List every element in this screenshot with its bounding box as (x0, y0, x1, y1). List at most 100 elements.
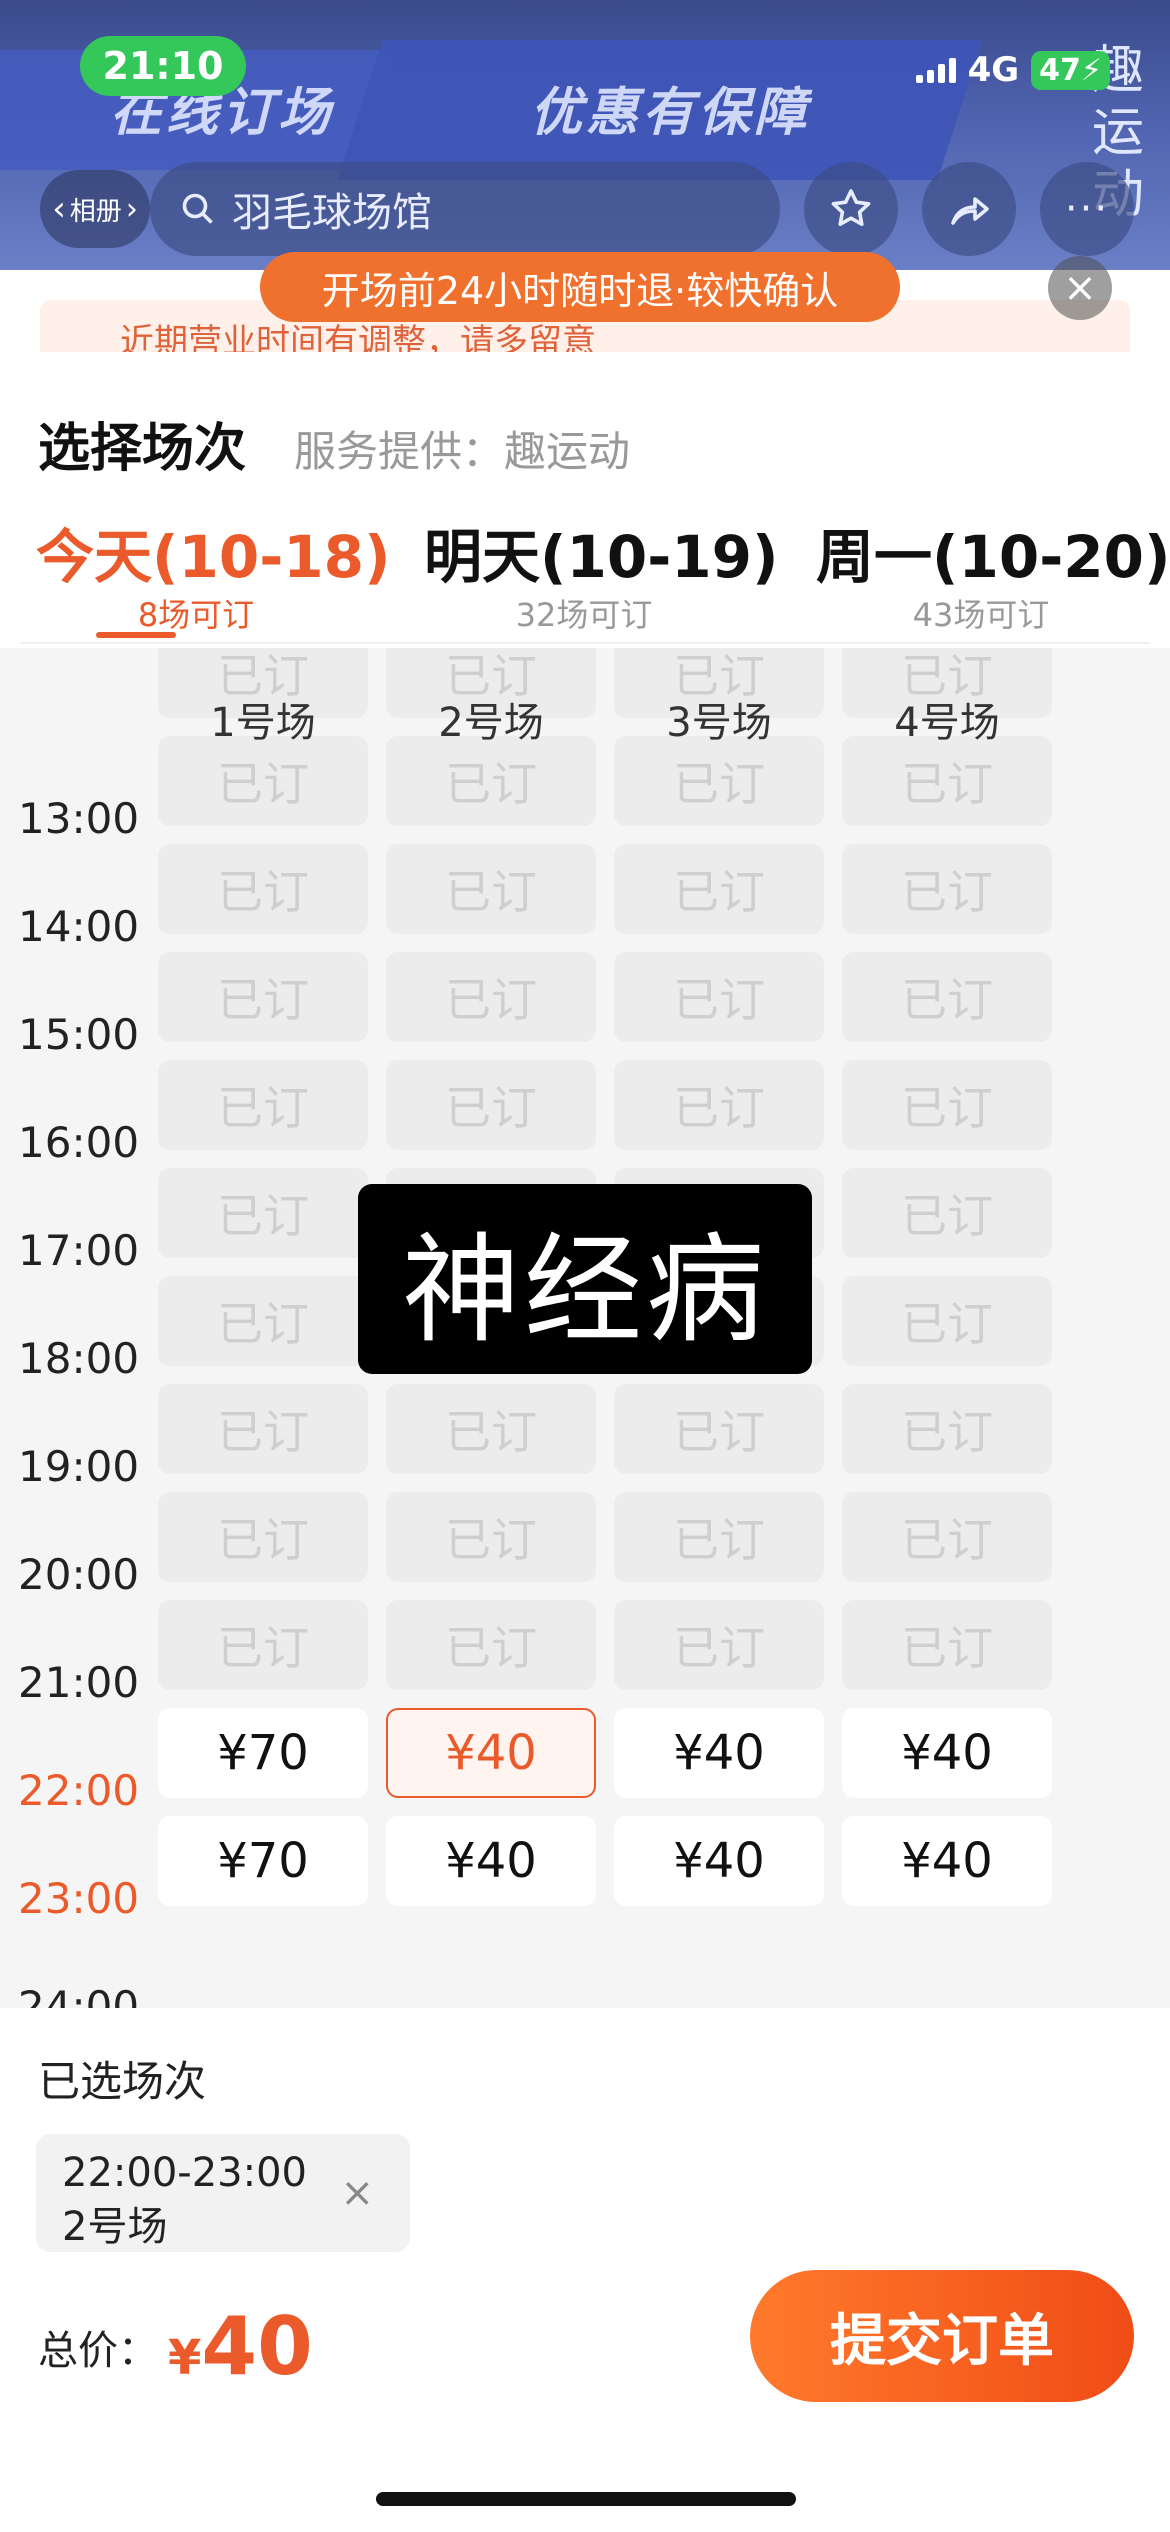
slot-booked: 已订 (158, 844, 368, 934)
time-label: 23:00 (18, 1874, 140, 1923)
banner-right-text: 优惠有保障 (530, 83, 811, 143)
slot-available[interactable]: ¥40 (614, 1708, 824, 1798)
chevron-right-icon: › (125, 191, 138, 227)
time-label: 19:00 (18, 1442, 140, 1491)
slot-booked: 已订 (158, 1060, 368, 1150)
time-label: 14:00 (18, 902, 140, 951)
selected-slot-chip[interactable]: 22:00-23:00 2号场 × (36, 2134, 410, 2252)
status-indicators: 4G 47⚡ (915, 50, 1110, 90)
battery-icon: 47⚡ (1031, 50, 1110, 90)
share-button[interactable] (922, 162, 1016, 256)
network-type: 4G (967, 50, 1020, 90)
slot-booked: 已订 (842, 1492, 1052, 1582)
slot-available[interactable]: ¥40 (386, 1708, 596, 1798)
tab-monday-count: 43场可订 (912, 596, 1050, 634)
selected-title: 已选场次 (38, 2057, 207, 2106)
slot-booked: 已订 (614, 1384, 824, 1474)
chevron-left-icon: ‹ (52, 189, 66, 229)
total-label: 总价： (38, 2328, 158, 2374)
more-button[interactable]: ··· (1040, 162, 1134, 256)
slot-booked: 已订 (386, 1060, 596, 1150)
total-price: ¥40 (168, 2300, 313, 2393)
court-header: 2号场 (438, 700, 544, 746)
time-label: 13:00 (18, 794, 140, 843)
tab-tomorrow-label: 明天(10-19) (424, 523, 779, 591)
tab-tomorrow[interactable]: 明天(10-19) 32场可订 (424, 510, 779, 636)
search-input[interactable]: 羽毛球场馆 (150, 162, 780, 256)
slot-booked: 已订 (386, 1600, 596, 1690)
slot-booked: 已订 (842, 1600, 1052, 1690)
slot-booked: 已订 (842, 1168, 1052, 1258)
slot-available[interactable]: ¥40 (842, 1708, 1052, 1798)
time-label: 16:00 (18, 1118, 140, 1167)
home-indicator (376, 2492, 796, 2506)
slot-booked: 已订 (842, 736, 1052, 826)
back-label: 相册 (69, 196, 122, 227)
slot-booked: 已订 (158, 1384, 368, 1474)
tab-today[interactable]: 今天(10-18) 8场可订 (36, 510, 391, 638)
battery-level: 47 (1039, 52, 1081, 88)
time-label: 20:00 (18, 1550, 140, 1599)
back-button[interactable]: ‹ 相册 › (40, 170, 150, 248)
court-header: 1号场 (210, 700, 316, 746)
tab-monday[interactable]: 周一(10-20) 43场可订 (816, 510, 1170, 636)
remove-icon[interactable]: × (340, 2170, 374, 2216)
time-label: 18:00 (18, 1334, 140, 1383)
time-label: 24:00 (18, 1982, 140, 2008)
slot-booked: 已订 (386, 736, 596, 826)
slot-available[interactable]: ¥40 (614, 1816, 824, 1906)
court-header: 3号场 (666, 700, 772, 746)
slot-booked: 已订 (614, 1060, 824, 1150)
status-time: 21:10 (80, 36, 246, 96)
slot-available[interactable]: ¥40 (386, 1816, 596, 1906)
tab-today-label: 今天(10-18) (36, 523, 391, 591)
slot-available[interactable]: ¥70 (158, 1708, 368, 1798)
slot-booked: 已订 (158, 1168, 368, 1258)
slot-booked: 已订 (842, 952, 1052, 1042)
sheet-title: 选择场次 (38, 419, 247, 479)
more-icon: ··· (1064, 186, 1110, 232)
slot-booked: 已订 (614, 844, 824, 934)
slot-booked: 已订 (386, 1492, 596, 1582)
slot-booked: 已订 (386, 844, 596, 934)
slot-booked: 已订 (842, 1276, 1052, 1366)
slot-booked: 已订 (158, 736, 368, 826)
currency-symbol: ¥ (168, 2330, 202, 2386)
search-icon (182, 193, 213, 224)
star-icon (831, 189, 871, 226)
tab-underline (96, 632, 176, 638)
slot-booked: 已订 (158, 952, 368, 1042)
time-label: 22:00 (18, 1766, 140, 1815)
time-label: 15:00 (18, 1010, 140, 1059)
provider-text: 服务提供：趣运动 (294, 427, 631, 476)
slot-booked: 已订 (158, 1276, 368, 1366)
slot-available[interactable]: ¥70 (158, 1816, 368, 1906)
time-label: 17:00 (18, 1226, 140, 1275)
slot-booked: 已订 (842, 1384, 1052, 1474)
signal-icon (915, 57, 956, 83)
slot-booked: 已订 (842, 844, 1052, 934)
slot-booked: 已订 (842, 1060, 1052, 1150)
slot-booked: 已订 (386, 1384, 596, 1474)
slot-booked: 已订 (614, 1600, 824, 1690)
close-icon[interactable]: × (1048, 256, 1112, 320)
slot-booked: 已订 (158, 1600, 368, 1690)
tab-monday-label: 周一(10-20) (816, 523, 1170, 591)
share-icon (951, 197, 989, 225)
slot-booked: 已订 (386, 952, 596, 1042)
search-text: 羽毛球场馆 (232, 190, 432, 236)
submit-order-button[interactable]: 提交订单 (750, 2270, 1134, 2402)
watermark-overlay: 神经病 (358, 1184, 812, 1374)
time-label: 21:00 (18, 1658, 140, 1707)
tab-today-count: 8场可订 (137, 596, 255, 634)
refund-toast: 开场前24小时随时退·较快确认 (260, 252, 900, 322)
favorite-button[interactable] (804, 162, 898, 256)
slot-booked: 已订 (614, 952, 824, 1042)
tab-tomorrow-count: 32场可订 (515, 596, 653, 634)
slot-booked: 已订 (614, 736, 824, 826)
slot-booked: 已订 (158, 1492, 368, 1582)
slot-booked: 已订 (614, 1492, 824, 1582)
court-header: 4号场 (894, 700, 1000, 746)
slot-available[interactable]: ¥40 (842, 1816, 1052, 1906)
total-amount: 40 (201, 2300, 313, 2393)
